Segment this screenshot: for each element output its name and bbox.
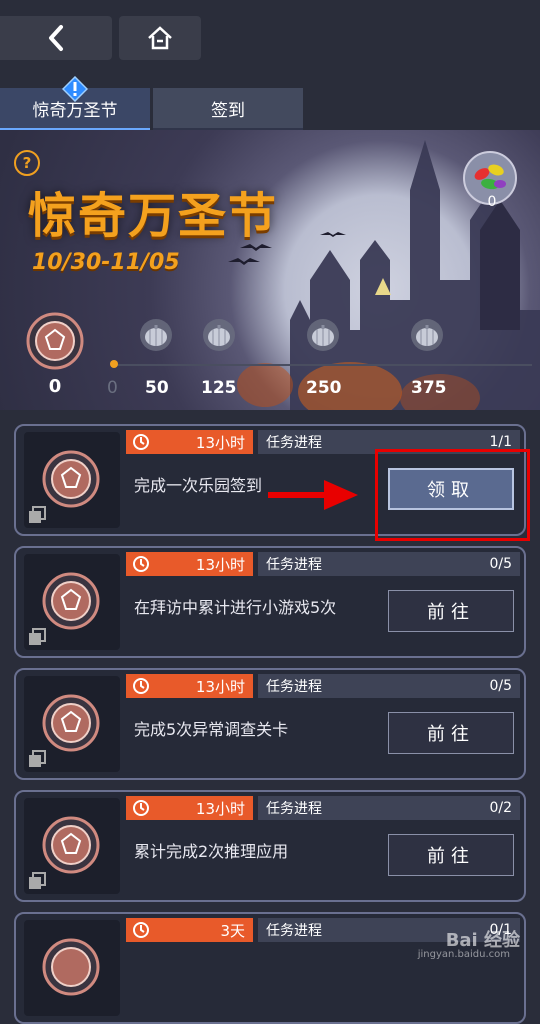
task-description: 完成一次乐园签到 — [134, 476, 263, 495]
pumpkin-reward-icon[interactable] — [306, 318, 340, 352]
progress-value: 0/5 — [489, 556, 512, 572]
candy-count: 0 — [487, 194, 497, 210]
progress-label: 任务进程 — [266, 435, 322, 451]
clock-icon — [133, 434, 149, 450]
clock-icon — [133, 678, 149, 694]
top-bar — [0, 0, 540, 88]
time-remaining-badge: 13小时 — [126, 674, 253, 698]
milestone-value: 125 — [201, 378, 237, 398]
pumpkin-reward-icon[interactable] — [202, 318, 236, 352]
milestone-value: 250 — [306, 378, 342, 398]
help-symbol: ? — [22, 154, 32, 172]
chevron-left-icon — [49, 25, 63, 51]
milestone-track — [112, 364, 532, 366]
task-card: 13小时 任务进程 0/5 在拜访中累计进行小游戏5次 前往 — [14, 546, 526, 658]
go-button[interactable]: 前往 — [388, 834, 514, 876]
current-points: 0 — [48, 376, 62, 397]
go-button[interactable]: 前往 — [388, 590, 514, 632]
coin-icon — [42, 572, 100, 630]
tab-label: 签到 — [211, 100, 245, 121]
event-dates: 10/30-11/05 — [32, 250, 180, 275]
progress-value: 0/2 — [489, 800, 512, 816]
clock-icon — [133, 922, 149, 938]
progress-label: 任务进程 — [266, 557, 322, 573]
progress-value: 1/1 — [489, 434, 512, 450]
task-description: 完成5次异常调查关卡 — [134, 720, 289, 739]
help-button[interactable]: ? — [14, 150, 40, 176]
time-remaining: 13小时 — [195, 799, 245, 818]
alert-icon — [62, 76, 88, 102]
go-button[interactable]: 前往 — [388, 712, 514, 754]
watermark-url: jingyan.baidu.com — [417, 949, 510, 960]
stack-icon — [29, 750, 46, 767]
annotation-arrow-icon — [268, 480, 358, 510]
progress-value: 0/5 — [489, 678, 512, 694]
pumpkin-reward-icon[interactable] — [410, 318, 444, 352]
event-banner: ? 惊奇万圣节 10/30-11/05 0 0 0 50 125 250 375 — [0, 130, 540, 410]
home-button[interactable] — [119, 16, 201, 60]
task-progress-bar: 任务进程 0/5 — [258, 674, 520, 698]
coin-icon — [42, 694, 100, 752]
time-remaining-badge: 13小时 — [126, 796, 253, 820]
coin-icon — [42, 450, 100, 508]
milestone-value: 375 — [411, 378, 447, 398]
time-remaining: 3天 — [220, 921, 245, 940]
stack-icon — [29, 506, 46, 523]
task-progress-bar: 任务进程 0/5 — [258, 552, 520, 576]
task-reward-image — [24, 432, 120, 528]
progress-label: 任务进程 — [266, 801, 322, 817]
progress-label: 任务进程 — [266, 923, 322, 939]
back-button[interactable] — [0, 16, 112, 60]
task-reward-image — [24, 798, 120, 894]
annotation-highlight-box — [375, 449, 530, 541]
coin-icon — [42, 938, 100, 996]
coin-icon — [42, 816, 100, 874]
pumpkin-reward-icon[interactable] — [139, 318, 173, 352]
time-remaining: 13小时 — [195, 555, 245, 574]
coin-icon — [26, 312, 84, 370]
tab-signin[interactable]: 签到 — [153, 88, 303, 130]
event-title: 惊奇万圣节 — [28, 188, 279, 244]
progress-label: 任务进程 — [266, 679, 322, 695]
task-description: 在拜访中累计进行小游戏5次 — [134, 598, 337, 617]
task-progress-bar: 任务进程 0/2 — [258, 796, 520, 820]
stack-icon — [29, 872, 46, 889]
milestone-value: 0 — [107, 378, 118, 398]
task-reward-image — [24, 920, 120, 1016]
time-remaining-badge: 13小时 — [126, 430, 253, 454]
clock-icon — [133, 800, 149, 816]
time-remaining-badge: 3天 — [126, 918, 253, 942]
task-card: 13小时 任务进程 0/5 完成5次异常调查关卡 前往 — [14, 668, 526, 780]
task-reward-image — [24, 554, 120, 650]
task-card: 13小时 任务进程 0/2 累计完成2次推理应用 前往 — [14, 790, 526, 902]
progress-marker — [110, 360, 118, 368]
milestone-value: 50 — [145, 378, 169, 398]
time-remaining-badge: 13小时 — [126, 552, 253, 576]
time-remaining: 13小时 — [195, 433, 245, 452]
clock-icon — [133, 556, 149, 572]
task-description: 累计完成2次推理应用 — [134, 842, 289, 861]
home-icon — [148, 26, 172, 50]
time-remaining: 13小时 — [195, 677, 245, 696]
stack-icon — [29, 628, 46, 645]
task-reward-image — [24, 676, 120, 772]
